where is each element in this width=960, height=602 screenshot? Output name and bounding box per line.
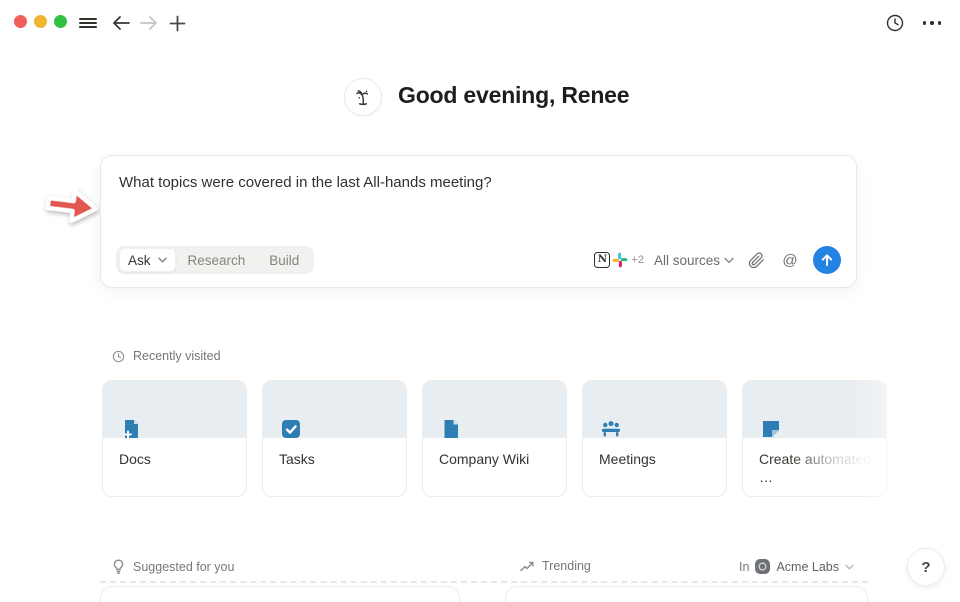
hamburger-icon <box>79 15 97 31</box>
mode-ask-button[interactable]: Ask <box>119 248 176 272</box>
send-button[interactable] <box>813 246 841 274</box>
sources-selector[interactable]: N +2 All sources <box>594 252 734 268</box>
recently-visited-row: Docs Tasks Company Wiki Meetings <box>102 380 960 498</box>
arrow-up-icon <box>820 253 834 267</box>
help-button[interactable]: ? <box>907 548 945 586</box>
clock-icon <box>885 13 905 33</box>
slack-source-icon <box>612 252 628 268</box>
card-label: Docs <box>119 451 233 469</box>
card-label: Tasks <box>279 451 393 469</box>
mode-build-button[interactable]: Build <box>257 253 311 268</box>
card-create-automated[interactable]: Create automated … <box>742 380 887 497</box>
page-title: Good evening, Renee <box>398 82 629 109</box>
sidebar-menu-button[interactable] <box>77 12 99 34</box>
window-close-button[interactable] <box>14 15 27 28</box>
mention-button[interactable]: @ <box>778 248 802 272</box>
mode-switcher: Ask Research Build <box>116 246 314 274</box>
suggested-title: Suggested for you <box>133 560 234 574</box>
window-minimize-button[interactable] <box>34 15 47 28</box>
lightbulb-icon <box>112 559 125 574</box>
trending-icon <box>520 561 534 572</box>
dashed-divider <box>100 581 868 583</box>
forward-arrow-icon <box>139 14 159 32</box>
card-label: Create automated … <box>759 451 873 486</box>
at-icon: @ <box>782 252 797 269</box>
plus-icon <box>169 15 186 32</box>
task-check-icon <box>279 417 303 441</box>
card-meetings[interactable]: Meetings <box>582 380 727 497</box>
all-sources-label: All sources <box>654 253 720 268</box>
clock-icon <box>112 350 125 363</box>
chevron-down-icon <box>158 257 167 263</box>
mode-ask-label: Ask <box>128 253 151 268</box>
wiki-doc-icon <box>439 417 463 441</box>
chevron-down-icon <box>724 257 734 264</box>
window-zoom-button[interactable] <box>54 15 67 28</box>
workspace-name: Acme Labs <box>776 560 839 574</box>
workspace-logo-icon <box>755 559 770 574</box>
mode-research-button[interactable]: Research <box>176 253 258 268</box>
help-label: ? <box>921 559 930 576</box>
forward-button[interactable] <box>138 12 160 34</box>
trending-title: Trending <box>542 559 591 573</box>
new-tab-button[interactable] <box>166 12 188 34</box>
new-doc-icon <box>119 417 143 441</box>
back-arrow-icon <box>111 14 131 32</box>
paperclip-icon <box>748 252 765 269</box>
scope-prefix: In <box>739 560 749 574</box>
trending-header: Trending <box>520 559 591 573</box>
meeting-people-icon <box>599 417 623 441</box>
red-arrow-annotation <box>40 180 106 234</box>
card-tasks[interactable]: Tasks <box>262 380 407 497</box>
back-button[interactable] <box>110 12 132 34</box>
card-docs[interactable]: Docs <box>102 380 247 497</box>
suggested-header: Suggested for you <box>112 559 234 574</box>
ellipsis-icon <box>923 21 941 24</box>
extra-sources-count: +2 <box>631 254 644 266</box>
more-options-button[interactable] <box>921 12 943 34</box>
palm-tree-icon <box>353 87 373 107</box>
greeting-avatar <box>344 78 382 116</box>
card-company-wiki[interactable]: Company Wiki <box>422 380 567 497</box>
chevron-down-icon <box>845 564 854 570</box>
notion-source-icon: N <box>594 252 610 268</box>
card-label: Meetings <box>599 451 713 469</box>
card-label: Company Wiki <box>439 451 553 469</box>
ai-composer[interactable]: What topics were covered in the last All… <box>100 155 857 288</box>
composer-actions: N +2 All sources @ <box>594 246 841 274</box>
workspace-scope-selector[interactable]: In Acme Labs <box>739 559 854 574</box>
composer-input[interactable]: What topics were covered in the last All… <box>119 174 492 191</box>
recently-visited-title: Recently visited <box>133 349 221 363</box>
attach-file-button[interactable] <box>744 248 768 272</box>
history-button[interactable] <box>884 12 906 34</box>
automation-icon <box>759 417 783 441</box>
recently-visited-header: Recently visited <box>112 349 221 363</box>
